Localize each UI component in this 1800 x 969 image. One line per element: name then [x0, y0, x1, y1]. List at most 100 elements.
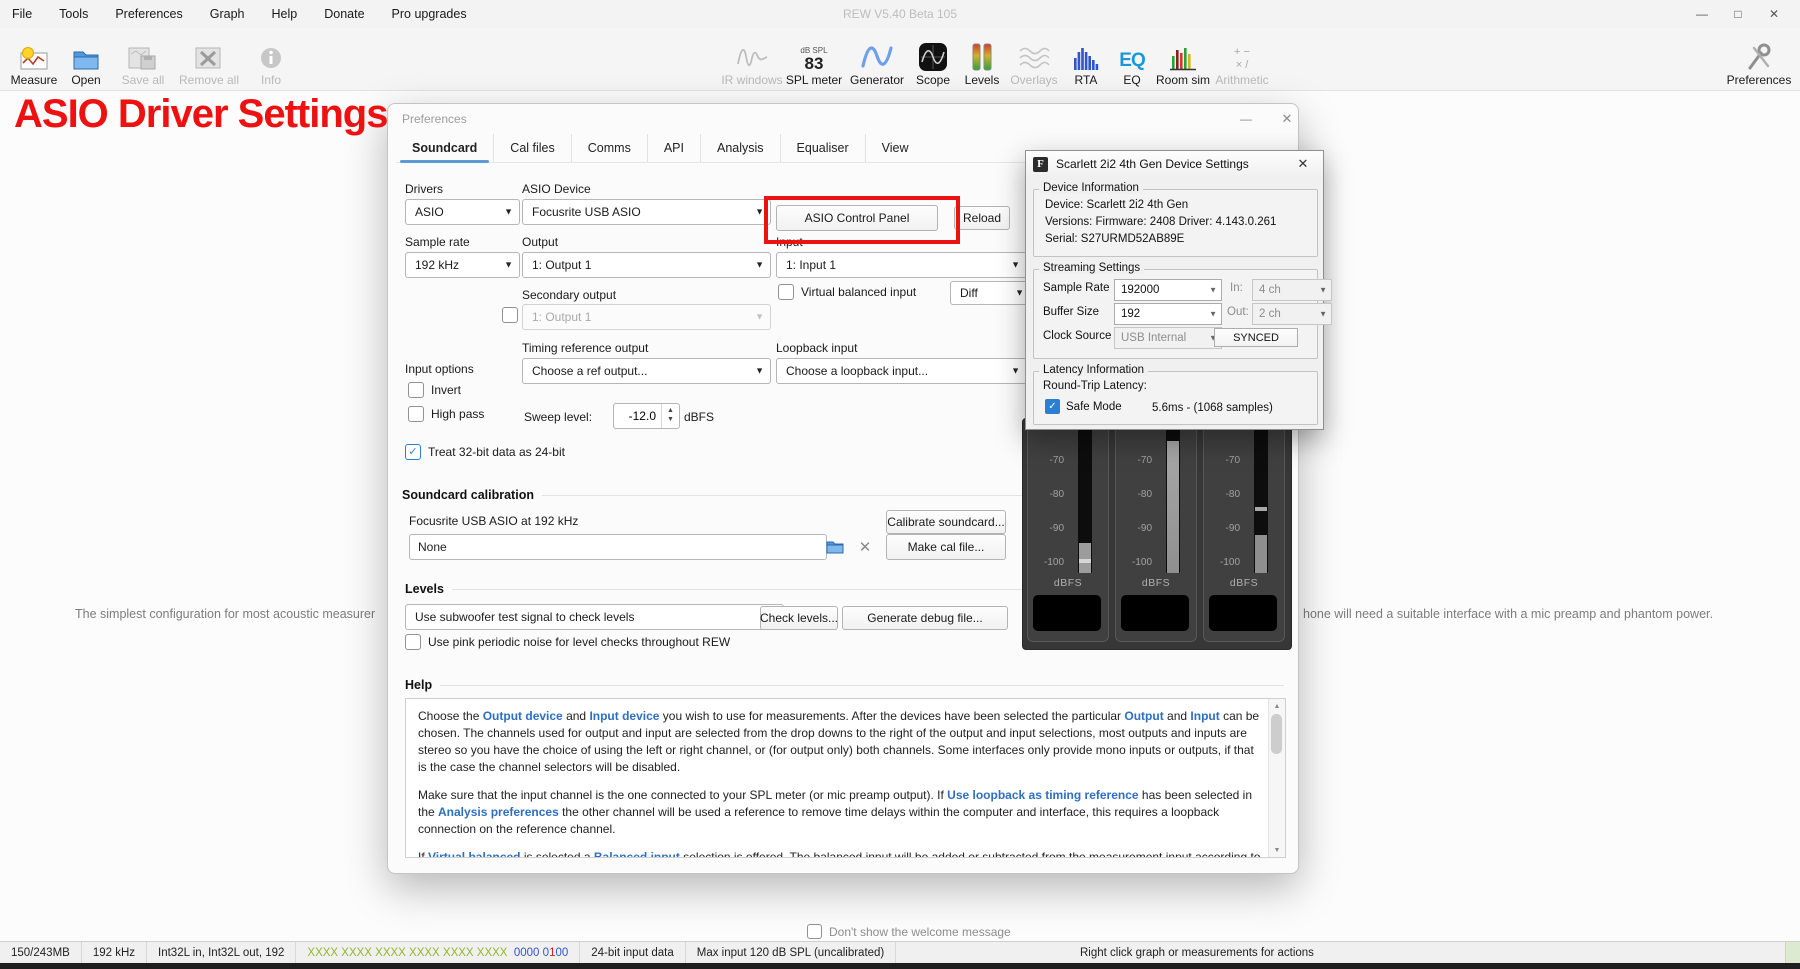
reload-button[interactable]: Reload	[954, 206, 1010, 230]
in-channels-label: In:	[1230, 282, 1243, 294]
menu-help[interactable]: Help	[272, 7, 298, 21]
analysis-preferences-link[interactable]: Analysis preferences	[438, 805, 559, 819]
safe-mode-checkbox[interactable]: Safe Mode	[1045, 399, 1122, 414]
generator-button[interactable]: Generator	[846, 31, 908, 87]
chevron-down-icon: ▼	[504, 259, 513, 270]
tab-api[interactable]: API	[648, 134, 701, 162]
scrollbar-thumb[interactable]	[1271, 714, 1282, 754]
room-sim-button[interactable]: Room sim	[1154, 31, 1212, 87]
menu-pro-upgrades[interactable]: Pro upgrades	[392, 7, 467, 21]
treat-32bit-checkbox[interactable]: Treat 32-bit data as 24-bit	[405, 444, 565, 460]
open-folder-icon	[71, 36, 101, 72]
levels-button[interactable]: Levels	[958, 31, 1006, 87]
loopback-timing-link[interactable]: Use loopback as timing reference	[947, 788, 1138, 802]
out-channels-select: 2 ch ▼	[1252, 303, 1332, 325]
arithmetic-icon: + − × /	[1234, 45, 1250, 71]
arithmetic-button[interactable]: + − × / Arithmetic	[1212, 31, 1272, 87]
info-button[interactable]: Info	[244, 31, 298, 87]
measure-button[interactable]: Measure	[8, 31, 60, 87]
scarlett-sample-rate-select[interactable]: 192000 ▼	[1114, 279, 1222, 301]
save-all-button[interactable]: Save all	[112, 31, 174, 87]
virtual-balanced-checkbox[interactable]: Virtual balanced input	[778, 284, 916, 300]
menu-file[interactable]: File	[12, 7, 32, 21]
output-device-link[interactable]: Output device	[483, 709, 563, 723]
ir-windows-button[interactable]: IR windows	[721, 31, 783, 87]
save-all-icon	[127, 36, 159, 72]
scope-button[interactable]: Scope	[908, 31, 958, 87]
output-select[interactable]: 1: Output 1 ▼	[522, 252, 771, 278]
open-button[interactable]: Open	[60, 31, 112, 87]
scroll-down-icon[interactable]: ▼	[1269, 843, 1285, 857]
remove-all-icon	[194, 36, 224, 72]
scarlett-close-icon[interactable]: ✕	[1292, 155, 1314, 173]
menu-tools[interactable]: Tools	[59, 7, 88, 21]
meter-channel-3: -70 -80 -90 -100 dBFS	[1203, 424, 1285, 642]
dialog-minimize-icon[interactable]: —	[1233, 109, 1259, 129]
status-hint: Right click graph or measurements for ac…	[1080, 947, 1314, 959]
buffer-size-select[interactable]: 192 ▼	[1114, 303, 1222, 325]
tab-view[interactable]: View	[866, 134, 925, 162]
meter-fill	[1079, 543, 1091, 573]
levels-meter-window: -70 -80 -90 -100 dBFS -70 -80 -90 -100 d…	[1022, 418, 1292, 650]
help-paragraph: Choose the Output device and Input devic…	[418, 709, 1260, 775]
meter-value-display	[1033, 595, 1101, 631]
balanced-mode-select[interactable]: Diff ▼	[950, 281, 1031, 305]
generator-icon	[860, 36, 894, 72]
clear-x-icon: ✕	[858, 539, 872, 556]
cal-file-input[interactable]: None	[409, 534, 827, 560]
balanced-input-link[interactable]: Balanced input	[594, 850, 680, 857]
help-scrollbar[interactable]: ▲ ▼	[1268, 699, 1285, 857]
drivers-select[interactable]: ASIO ▼	[405, 199, 520, 225]
remove-all-button[interactable]: Remove all	[174, 31, 244, 87]
minimize-icon[interactable]: —	[1684, 0, 1720, 28]
pink-noise-checkbox[interactable]: Use pink periodic noise for level checks…	[405, 634, 730, 650]
make-cal-file-button[interactable]: Make cal file...	[886, 534, 1006, 560]
virtual-balanced-link[interactable]: Virtual balanced	[428, 850, 520, 857]
calibrate-soundcard-button[interactable]: Calibrate soundcard...	[886, 510, 1006, 534]
high-pass-checkbox[interactable]: High pass	[408, 406, 484, 422]
asio-control-panel-button[interactable]: ASIO Control Panel	[776, 205, 938, 231]
tab-analysis[interactable]: Analysis	[701, 134, 781, 162]
stepper-arrows-icon[interactable]: ▲ ▼	[661, 404, 679, 428]
clear-cal-file-button[interactable]: ✕	[854, 534, 876, 560]
secondary-output-checkbox[interactable]	[502, 307, 518, 323]
input-select[interactable]: 1: Input 1 ▼	[776, 252, 1027, 278]
menu-graph[interactable]: Graph	[210, 7, 245, 21]
dialog-close-icon[interactable]: ✕	[1274, 109, 1300, 129]
levels-signal-select[interactable]: Use subwoofer test signal to check level…	[405, 604, 784, 630]
tab-comms[interactable]: Comms	[572, 134, 648, 162]
input-link[interactable]: Input	[1190, 709, 1219, 723]
dont-show-welcome-checkbox[interactable]: Don't show the welcome message	[807, 924, 1011, 939]
preferences-button[interactable]: Preferences	[1727, 31, 1791, 87]
menu-donate[interactable]: Donate	[324, 7, 364, 21]
scarlett-device-settings-dialog: F Scarlett 2i2 4th Gen Device Settings ✕…	[1025, 150, 1332, 430]
sample-rate-select[interactable]: 192 kHz ▼	[405, 252, 520, 278]
menu-preferences[interactable]: Preferences	[115, 7, 182, 21]
invert-checkbox[interactable]: Invert	[408, 382, 461, 398]
generate-debug-file-button[interactable]: Generate debug file...	[842, 606, 1008, 630]
sweep-level-label: Sweep level:	[524, 410, 593, 424]
close-icon[interactable]: ✕	[1756, 0, 1792, 28]
tab-soundcard[interactable]: Soundcard	[396, 134, 495, 163]
timing-reference-output-label: Timing reference output	[522, 341, 649, 355]
timing-reference-select[interactable]: Choose a ref output... ▼	[522, 358, 771, 384]
title-bar: File Tools Preferences Graph Help Donate…	[0, 0, 1800, 28]
scroll-up-icon[interactable]: ▲	[1269, 699, 1285, 713]
input-device-link[interactable]: Input device	[589, 709, 659, 723]
loopback-input-select[interactable]: Choose a loopback input... ▼	[776, 358, 1027, 384]
browse-folder-button[interactable]	[822, 534, 848, 560]
scope-icon	[918, 36, 948, 72]
output-link[interactable]: Output	[1124, 709, 1163, 723]
tab-cal-files[interactable]: Cal files	[494, 134, 572, 162]
chevron-down-icon: ▼	[755, 365, 764, 376]
meter-track	[1166, 427, 1180, 573]
asio-device-select[interactable]: Focusrite USB ASIO ▼	[522, 199, 771, 225]
overlays-button[interactable]: Overlays	[1006, 31, 1062, 87]
maximize-icon[interactable]: □	[1720, 0, 1756, 28]
sweep-level-stepper[interactable]: -12.0 ▲ ▼	[613, 403, 680, 429]
rta-button[interactable]: RTA	[1062, 31, 1110, 87]
tab-equaliser[interactable]: Equaliser	[781, 134, 866, 162]
spl-meter-button[interactable]: dB SPL 83 SPL meter	[782, 31, 846, 88]
check-levels-button[interactable]: Check levels...	[760, 606, 838, 630]
eq-button[interactable]: EQ EQ	[1110, 31, 1154, 87]
